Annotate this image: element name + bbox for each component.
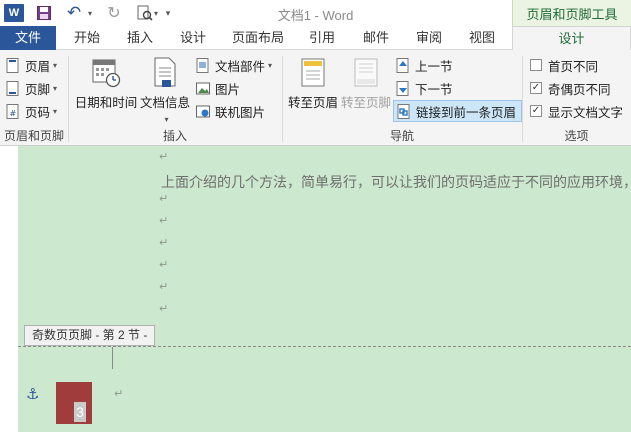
link-icon: [397, 103, 411, 119]
doc-info-icon: [150, 56, 180, 88]
group-label-navigation: 导航: [389, 129, 414, 143]
doc-parts-dropdown-icon: ▾: [268, 60, 273, 70]
previous-section-button[interactable]: 上一节: [396, 55, 453, 75]
context-tab-title: 页眉和页脚工具: [512, 0, 631, 26]
tab-insert[interactable]: 插入: [120, 26, 160, 50]
svg-text:#: #: [10, 109, 17, 118]
header-dropdown-icon: ▾: [53, 60, 58, 70]
tab-view[interactable]: 视图: [462, 26, 502, 50]
header-label: 页眉: [25, 59, 51, 74]
paragraph-mark: ↵: [159, 193, 169, 205]
page-number-button[interactable]: # 页码 ▾: [6, 101, 57, 121]
odd-even-different-label: 奇偶页不同: [548, 82, 611, 97]
doc-info-button[interactable]: 文档信息 ▾: [139, 52, 191, 125]
paragraph-mark: ↵: [159, 215, 169, 227]
picture-icon: [196, 81, 210, 96]
footer-icon: [6, 80, 20, 96]
footer-dropdown-icon: ▾: [53, 83, 58, 93]
paragraph-mark: ↵: [159, 151, 169, 163]
footer-button[interactable]: 页脚 ▾: [6, 78, 57, 98]
paragraph-mark: ↵: [159, 303, 169, 315]
picture-label: 图片: [215, 82, 241, 97]
tab-header-footer-design[interactable]: 设计: [512, 26, 631, 51]
doc-parts-button[interactable]: 文档部件 ▾: [196, 55, 272, 75]
next-section-label: 下一节: [415, 82, 453, 97]
page-number-dropdown-icon: ▾: [53, 106, 58, 116]
goto-footer-icon: [351, 56, 381, 88]
show-document-text-label: 显示文档文字: [548, 105, 624, 120]
tab-home[interactable]: 开始: [68, 26, 106, 50]
date-time-button[interactable]: 日期和时间: [74, 52, 138, 111]
page-number-icon: #: [6, 103, 20, 119]
goto-footer-button[interactable]: 转至页脚: [340, 52, 392, 111]
previous-section-icon: [396, 57, 410, 73]
doc-parts-label: 文档部件: [215, 59, 266, 74]
calendar-clock-icon: [91, 56, 121, 88]
ribbon-tabs: 文件 开始 插入 设计 页面布局 引用 邮件 审阅 视图 设计: [0, 26, 631, 51]
goto-header-label: 转至页眉: [287, 96, 338, 110]
group-label-options: 选项: [564, 129, 589, 143]
picture-button[interactable]: 图片: [196, 78, 240, 98]
group-label-insert: 插入: [162, 129, 187, 143]
footer-section-tag: 奇数页页脚 - 第 2 节 -: [24, 325, 156, 346]
checkmark-icon: ✓: [530, 82, 542, 94]
goto-footer-label: 转至页脚: [340, 96, 391, 110]
odd-even-different-checkbox[interactable]: ✓ 奇偶页不同: [530, 78, 611, 98]
tab-references[interactable]: 引用: [302, 26, 342, 50]
paragraph-mark: ↵: [159, 281, 169, 293]
checkmark-icon: ✓: [530, 105, 542, 117]
previous-section-label: 上一节: [415, 59, 453, 74]
group-label-header-footer: 页眉和页脚: [3, 129, 64, 143]
paragraph-mark: ↵: [159, 259, 169, 271]
page-number-value[interactable]: 3: [74, 402, 86, 422]
page-number-label: 页码: [25, 105, 51, 120]
next-section-icon: [396, 80, 410, 96]
online-picture-label: 联机图片: [215, 105, 266, 120]
first-page-different-label: 首页不同: [548, 59, 599, 74]
ribbon: 页眉 ▾ 页脚 ▾ # 页码 ▾ 页眉和页脚 日期和时间 文档信息▾ 文档部件 ▾ 图片…: [0, 50, 631, 146]
header-icon: [6, 57, 20, 73]
tab-design-doc[interactable]: 设计: [173, 26, 213, 50]
footer-tick: [112, 347, 113, 369]
link-to-previous-button[interactable]: 链接到前一条页眉: [393, 100, 523, 122]
link-to-previous-label: 链接到前一条页眉: [416, 105, 517, 120]
paragraph-mark: ↵: [114, 388, 124, 400]
online-picture-button[interactable]: 联机图片: [196, 101, 265, 121]
tab-review[interactable]: 审阅: [409, 26, 449, 50]
online-picture-icon: [196, 104, 210, 119]
left-margin: [0, 146, 18, 432]
doc-info-text: 文档信息: [139, 96, 190, 110]
checkbox-unchecked-icon: [530, 59, 542, 71]
tab-file[interactable]: 文件: [0, 26, 56, 50]
footer-label: 页脚: [25, 82, 51, 97]
goto-header-icon: [298, 56, 328, 88]
body-text[interactable]: 上面介绍的几个方法，简单易行，可以让我们的页码适应于不同的应用环境，还: [161, 172, 631, 192]
paragraph-mark: ↵: [159, 237, 169, 249]
date-time-label: 日期和时间: [74, 96, 138, 110]
anchor-icon[interactable]: ⚓: [26, 385, 39, 403]
doc-info-dropdown-icon: ▾: [164, 115, 169, 124]
goto-header-button[interactable]: 转至页眉: [286, 52, 340, 111]
footer-boundary-line: [18, 346, 631, 347]
first-page-different-checkbox[interactable]: 首页不同: [530, 55, 598, 75]
next-section-button[interactable]: 下一节: [396, 78, 453, 98]
header-button[interactable]: 页眉 ▾: [6, 55, 57, 75]
tab-mailings[interactable]: 邮件: [356, 26, 396, 50]
show-document-text-checkbox[interactable]: ✓ 显示文档文字: [530, 101, 623, 121]
doc-info-label: 文档信息 ▾: [139, 92, 191, 125]
document-page[interactable]: ↵ 上面介绍的几个方法，简单易行，可以让我们的页码适应于不同的应用环境，还 ↵ …: [18, 146, 631, 432]
doc-parts-icon: [196, 57, 210, 73]
title-bar: W ↶ ▾ ↻ ▾ ▾ 文档1 - Word 页眉和页脚工具: [0, 0, 631, 26]
tab-layout[interactable]: 页面布局: [227, 26, 289, 50]
